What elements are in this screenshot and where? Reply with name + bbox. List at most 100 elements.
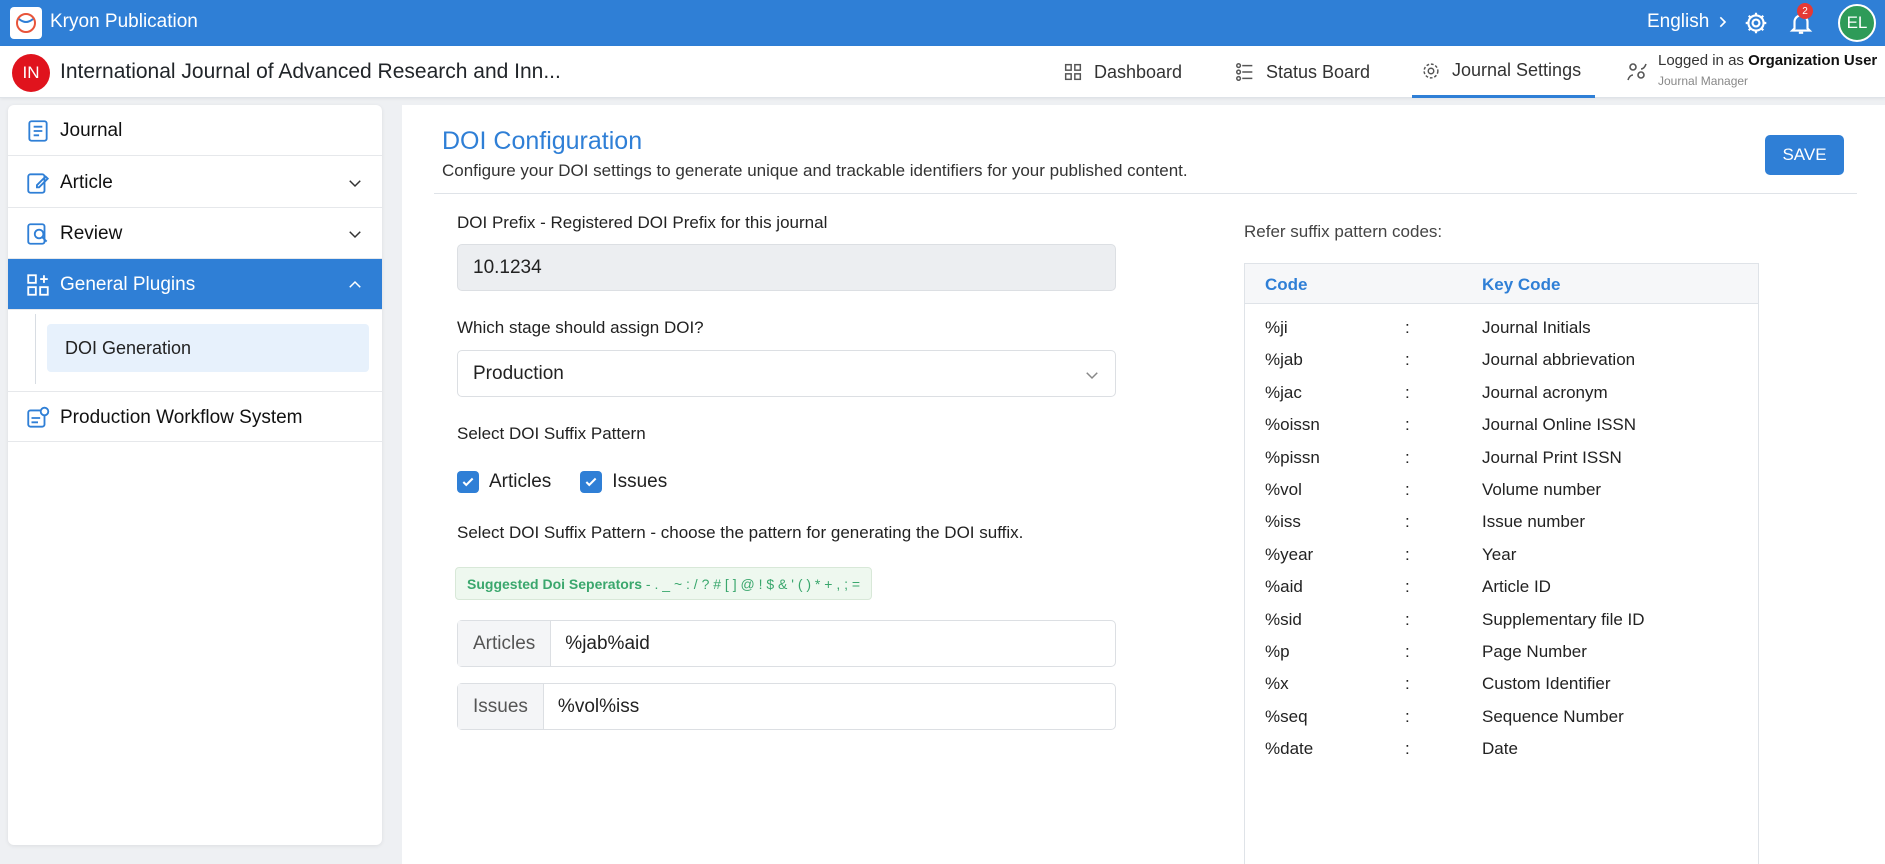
stage-select[interactable]: Production <box>457 350 1116 397</box>
suffix-checkbox-row: Articles Issues <box>457 471 667 493</box>
code-cell: %pissn <box>1265 447 1320 467</box>
settings-gear-icon[interactable] <box>1743 10 1769 36</box>
user-role: Journal Manager <box>1658 74 1749 88</box>
sidebar-item-label: Production Workflow System <box>60 407 303 428</box>
code-cell: %vol <box>1265 480 1302 499</box>
code-cell: %x <box>1265 674 1289 694</box>
articles-addon: Articles <box>458 621 552 666</box>
separator-cell: : <box>1405 577 1410 597</box>
doi-prefix-label: DOI Prefix - Registered DOI Prefix for t… <box>457 213 828 232</box>
articles-pattern-input[interactable]: Articles %jab%aid <box>457 620 1116 667</box>
key-code-cell: Issue number <box>1482 512 1585 532</box>
submenu-line <box>35 314 36 384</box>
refer-codes-label: Refer suffix pattern codes: <box>1244 222 1443 241</box>
separator-cell: : <box>1405 609 1410 629</box>
doi-configuration-panel: DOI Configuration Configure your DOI set… <box>402 105 1885 864</box>
chevron-down-icon <box>349 231 361 239</box>
language-label: English <box>1647 11 1710 32</box>
sidebar-item-label: Journal <box>60 120 123 141</box>
issues-pattern-input[interactable]: Issues %vol%iss <box>457 683 1116 730</box>
issues-pattern-value: %vol%iss <box>557 695 640 717</box>
pattern-description-label: Select DOI Suffix Pattern - choose the p… <box>457 523 1024 542</box>
sidebar-subitem-label: DOI Generation <box>65 338 192 358</box>
key-code-cell: Journal acronym <box>1482 382 1608 402</box>
sidebar-subitem-doi-generation[interactable]: DOI Generation <box>47 324 369 372</box>
stage-label: Which stage should assign DOI? <box>457 318 704 337</box>
divider <box>434 193 1857 194</box>
suffix-pattern-label: Select DOI Suffix Pattern <box>457 424 646 443</box>
separator-cell: : <box>1405 350 1410 370</box>
key-code-cell: Supplementary file ID <box>1482 609 1645 629</box>
code-cell: %jab <box>1265 350 1303 370</box>
key-code-cell: Page Number <box>1482 642 1587 661</box>
separator-cell: : <box>1405 512 1410 532</box>
header-code: Code <box>1265 275 1308 294</box>
key-code-cell: Custom Identifier <box>1482 674 1611 694</box>
separator-cell: : <box>1405 382 1410 402</box>
save-button[interactable]: SAVE <box>1765 135 1844 175</box>
checkmark-icon <box>585 477 597 487</box>
journal-avatar: IN <box>12 54 50 92</box>
separator-cell: : <box>1405 447 1410 467</box>
issues-checkbox[interactable] <box>580 471 603 493</box>
doi-prefix-value: 10.1234 <box>473 257 542 278</box>
sidebar-item-label: General Plugins <box>60 274 196 295</box>
issues-checkbox-label: Issues <box>612 471 668 492</box>
checkmark-icon <box>462 477 474 487</box>
key-code-cell: Volume number <box>1482 480 1602 499</box>
page-title: DOI Configuration <box>442 127 643 155</box>
code-cell: %jac <box>1265 382 1302 402</box>
articles-checkbox[interactable] <box>457 471 479 493</box>
nav-journal-settings[interactable]: Journal Settings <box>1412 46 1595 98</box>
page-subtitle: Configure your DOI settings to generate … <box>442 161 1188 180</box>
key-code-cell: Journal Initials <box>1482 318 1591 337</box>
sidebar-item-label: Review <box>60 223 123 244</box>
code-cell: %seq <box>1265 706 1308 726</box>
sidebar-item-production-workflow[interactable]: Production Workflow System <box>8 391 382 442</box>
code-cell: %iss <box>1265 512 1301 532</box>
code-cell: %ji <box>1265 318 1288 337</box>
chevron-down-icon <box>1086 372 1098 380</box>
logged-in-prefix: Logged in as <box>1658 52 1744 69</box>
journal-header: IN International Journal of Advanced Res… <box>0 46 1885 98</box>
sidebar-item-article[interactable]: Article <box>8 157 382 208</box>
nav-dashboard[interactable]: Dashboard <box>1062 46 1182 98</box>
separator-cell: : <box>1405 318 1410 337</box>
separator-cell: : <box>1405 642 1410 661</box>
articles-checkbox-label: Articles <box>489 471 552 492</box>
separator-cell: : <box>1405 415 1410 435</box>
nav-status-board[interactable]: Status Board <box>1234 46 1370 98</box>
issues-addon: Issues <box>458 684 544 729</box>
nav-dashboard-label: Dashboard <box>1094 61 1183 82</box>
journal-name: International Journal of Advanced Resear… <box>60 60 561 83</box>
plugins-icon <box>27 274 49 296</box>
user-avatar[interactable]: EL <box>1838 4 1876 42</box>
status-board-icon <box>1236 63 1253 81</box>
separator-cell: : <box>1405 480 1410 499</box>
table-header: Code Key Code <box>1245 264 1758 304</box>
user-switch-icon[interactable] <box>1625 60 1649 84</box>
key-code-cell: Journal abbrievation <box>1482 350 1636 370</box>
app-title[interactable]: Kryon Publication <box>50 11 198 33</box>
sidebar-item-review[interactable]: Review <box>8 208 382 259</box>
key-code-cell: Journal Online ISSN <box>1482 415 1637 435</box>
dashboard-icon <box>1064 63 1082 81</box>
suffix-code-table: Code Key Code %ji: Journal Initials %jab: J… <box>1244 263 1759 864</box>
top-bar: Kryon Publication English 2 EL <box>0 0 1885 46</box>
doi-prefix-field[interactable]: 10.1234 <box>457 244 1116 291</box>
sidebar-item-general-plugins[interactable]: General Plugins <box>8 259 382 310</box>
separator-cell: : <box>1405 739 1410 759</box>
separator-cell: : <box>1405 544 1410 564</box>
stage-selected-value: Production <box>473 363 564 384</box>
chevron-up-icon <box>349 280 361 288</box>
sidebar-item-journal[interactable]: Journal <box>8 105 382 156</box>
article-edit-icon <box>27 173 50 194</box>
key-code-cell: Year <box>1482 544 1517 564</box>
header-key-code: Key Code <box>1482 275 1561 294</box>
code-cell: %p <box>1265 642 1290 661</box>
logged-in-user: Organization User <box>1748 52 1878 69</box>
articles-pattern-value: %jab%aid <box>565 632 650 654</box>
language-selector[interactable]: English <box>1647 11 1731 33</box>
app-logo-icon[interactable] <box>10 7 42 39</box>
code-cell: %sid <box>1265 609 1302 629</box>
